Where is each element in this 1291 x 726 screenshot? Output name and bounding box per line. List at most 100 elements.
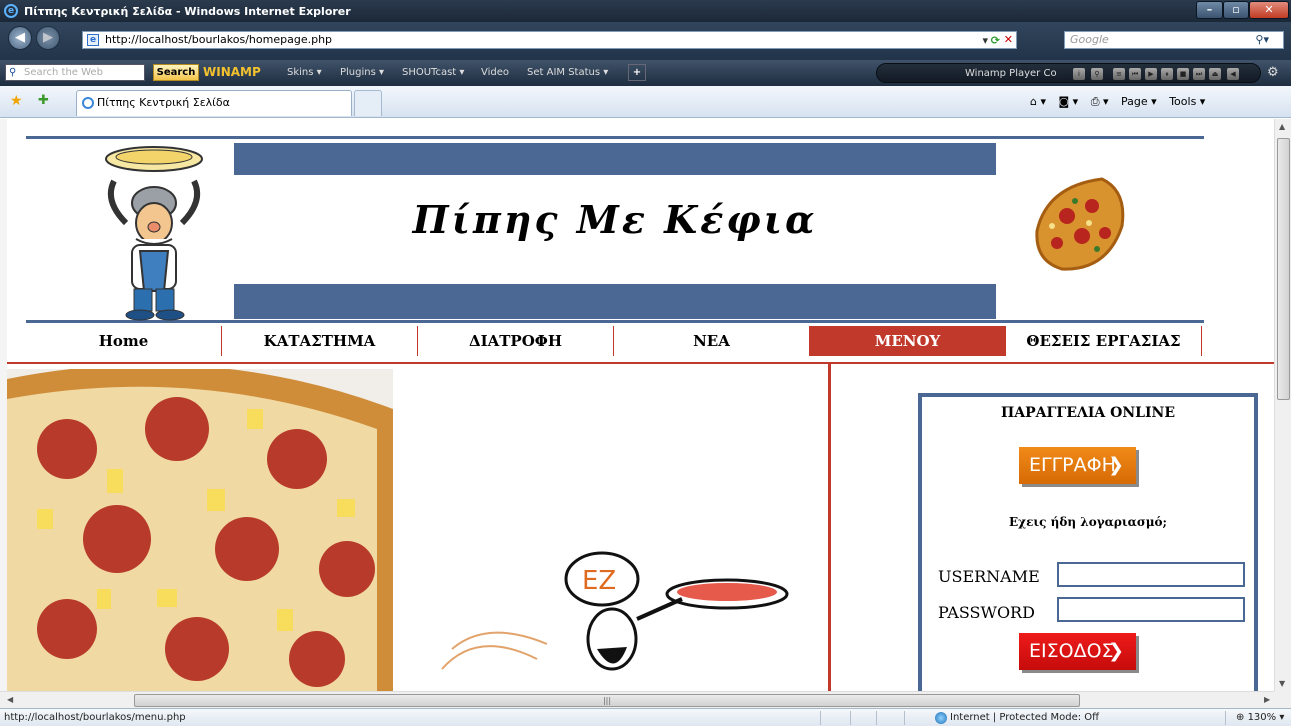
page-menu[interactable]: Page ▾ — [1121, 95, 1157, 108]
video-menu[interactable]: Video — [481, 67, 509, 78]
plugins-menu[interactable]: Plugins ▾ — [340, 67, 384, 78]
back-button[interactable]: ◀ — [8, 26, 32, 50]
viewport-edge — [0, 119, 7, 691]
site-title: Πίπης Με Κέφια — [412, 197, 818, 242]
add-icon[interactable]: + — [628, 64, 646, 81]
nav-menu[interactable]: ΜΕΝΟΥ — [810, 326, 1006, 356]
status-separator — [876, 711, 877, 725]
pause-icon[interactable]: ⏸ — [1161, 68, 1173, 80]
volume-icon[interactable]: ◀ — [1227, 68, 1239, 80]
password-label: PASSWORD — [938, 603, 1035, 622]
page-icon: e — [87, 34, 99, 46]
zoom-level[interactable]: ⊕ 130% ▾ — [1236, 709, 1284, 726]
stop-icon[interactable]: ✕ — [1004, 32, 1013, 48]
gear-icon[interactable]: ⚙ — [1267, 65, 1279, 80]
winamp-toolbar: ⚲ Search the Web Search WINAMP Skins ▾ P… — [0, 60, 1291, 86]
ie-logo-icon: e — [4, 4, 18, 18]
menu-icon[interactable]: ≡ — [1113, 68, 1125, 80]
has-account-text: Εχεις ήδη λογαριασμό; — [1009, 515, 1167, 529]
toolbar-search-placeholder: Search the Web — [24, 67, 103, 78]
scroll-right-icon[interactable]: ▶ — [1264, 695, 1270, 704]
vertical-scrollbar[interactable]: ▲ ▼ — [1274, 119, 1291, 691]
scrollbar-corner — [1274, 691, 1291, 708]
zoom-value: 130% — [1247, 712, 1277, 723]
search-icon[interactable]: ⚲ — [1091, 68, 1103, 80]
print-icon[interactable]: ⎙ ▾ — [1091, 95, 1109, 108]
horizontal-scrollbar[interactable]: ◀ ||| ▶ — [0, 691, 1274, 708]
player-label: Winamp Player Co — [965, 68, 1057, 79]
play-icon[interactable]: ▶ — [1145, 68, 1157, 80]
info-icon[interactable]: i — [1073, 68, 1085, 80]
nav-jobs[interactable]: ΘΕΣΕΙΣ ΕΡΓΑΣΙΑΣ — [1006, 326, 1202, 356]
tab-title: Πίτπης Κεντρική Σελίδα — [97, 96, 230, 109]
nav-nutrition[interactable]: ΔΙΑΤΡΟΦΗ — [418, 326, 614, 356]
register-button-label: ΕΓΓΡΑΦΗ — [1029, 454, 1116, 476]
forward-button[interactable]: ▶ — [36, 26, 60, 50]
username-input[interactable] — [1057, 562, 1245, 587]
tools-menu[interactable]: Tools ▾ — [1169, 95, 1205, 108]
close-button[interactable]: ✕ — [1249, 1, 1289, 19]
big-pizza-image — [7, 369, 393, 691]
security-zone-text: Internet | Protected Mode: Off — [950, 712, 1100, 723]
horizontal-scroll-thumb[interactable]: ||| — [134, 694, 1080, 707]
chevron-right-icon: ❯ — [1108, 454, 1124, 476]
nav-store[interactable]: ΚΑΤΑΣΤΗΜΑ — [222, 326, 418, 356]
feeds-icon[interactable]: ◙ ▾ — [1059, 95, 1079, 108]
stop-icon[interactable]: ■ — [1177, 68, 1189, 80]
content-divider — [828, 364, 831, 691]
eject-icon[interactable]: ⏏ — [1209, 68, 1221, 80]
chef-hat-text: EZ — [582, 566, 616, 596]
login-button[interactable]: ΕΙΣΟΔΟΣ ❯ — [1019, 633, 1136, 670]
status-separator — [820, 711, 821, 725]
ie-page-icon — [82, 97, 94, 109]
tab-active[interactable]: Πίτπης Κεντρική Σελίδα — [76, 90, 352, 116]
new-tab-button[interactable] — [354, 90, 382, 116]
chef-mascot-image: EZ — [441, 551, 789, 671]
status-separator — [1225, 711, 1226, 725]
address-dropdown-icon[interactable]: ▾ — [982, 33, 988, 49]
scroll-down-icon[interactable]: ▼ — [1279, 679, 1285, 688]
register-button[interactable]: ΕΓΓΡΑΦΗ ❯ — [1019, 447, 1136, 484]
password-input[interactable] — [1057, 597, 1245, 622]
nav-news[interactable]: ΝΕΑ — [614, 326, 810, 356]
header-top-line — [26, 136, 1204, 139]
pizza-image — [1035, 177, 1125, 271]
previous-icon[interactable]: ⏮ — [1129, 68, 1141, 80]
address-bar[interactable]: e http://localhost/bourlakos/homepage.ph… — [82, 31, 1017, 49]
skins-menu[interactable]: Skins ▾ — [287, 67, 322, 78]
maximize-button[interactable]: ▫ — [1223, 1, 1249, 19]
winamp-logo[interactable]: WINAMP — [203, 65, 261, 79]
search-icon: ⚲ — [9, 67, 17, 78]
tab-row: ★ ✚ Πίτπης Κεντρική Σελίδα ⌂ ▾ ◙ ▾ ⎙ ▾ P… — [0, 86, 1291, 118]
refresh-icon[interactable]: ⟳ — [991, 33, 1000, 49]
security-zone[interactable]: Internet | Protected Mode: Off — [935, 709, 1100, 726]
next-icon[interactable]: ⏭ — [1193, 68, 1205, 80]
globe-icon — [935, 712, 947, 724]
status-separator — [850, 711, 851, 725]
header-banner-bottom — [234, 284, 996, 319]
toolbar-search-input[interactable]: ⚲ Search the Web — [5, 64, 145, 81]
login-button-label: ΕΙΣΟΔΟΣ — [1029, 640, 1114, 662]
home-icon[interactable]: ⌂ ▾ — [1030, 95, 1046, 108]
status-url: http://localhost/bourlakos/menu.php — [4, 712, 186, 723]
shoutcast-menu[interactable]: SHOUTcast ▾ — [402, 67, 464, 78]
winamp-player: Winamp Player Co i ⚲ ≡ ⏮ ▶ ⏸ ■ ⏭ ⏏ ◀ — [876, 63, 1261, 83]
favorites-star-icon[interactable]: ★ — [10, 93, 23, 109]
vertical-scroll-thumb[interactable] — [1277, 138, 1290, 400]
search-box[interactable]: Google ⚲▾ — [1064, 31, 1284, 49]
minimize-button[interactable]: – — [1196, 1, 1223, 19]
add-favorites-icon[interactable]: ✚ — [38, 93, 49, 108]
aim-status-menu[interactable]: Set AIM Status ▾ — [527, 67, 608, 78]
window-title: Πίτπης Κεντρική Σελίδα - Windows Interne… — [24, 5, 351, 18]
order-online-panel: ΠΑΡΑΓΓΕΛΙΑ ONLINE ΕΓΓΡΑΦΗ ❯ Εχεις ήδη λο… — [918, 393, 1258, 691]
address-row: ◀ ▶ e http://localhost/bourlakos/homepag… — [0, 22, 1291, 60]
scroll-left-icon[interactable]: ◀ — [7, 695, 13, 704]
search-icon[interactable]: ⚲▾ — [1255, 32, 1269, 48]
nav-home[interactable]: Home — [26, 326, 222, 356]
web-page: Πίπης Με Κέφια Home ΚΑΤΑΣΤΗΜΑ ΔΙΑΤΡΟΦΗ Ν… — [7, 119, 1274, 691]
chevron-right-icon: ❯ — [1108, 640, 1124, 662]
command-bar: ⌂ ▾ ◙ ▾ ⎙ ▾ Page ▾ Tools ▾ — [1030, 95, 1214, 109]
toolbar-search-button[interactable]: Search — [153, 64, 199, 81]
chef-logo-image — [105, 146, 203, 321]
scroll-up-icon[interactable]: ▲ — [1279, 122, 1285, 131]
